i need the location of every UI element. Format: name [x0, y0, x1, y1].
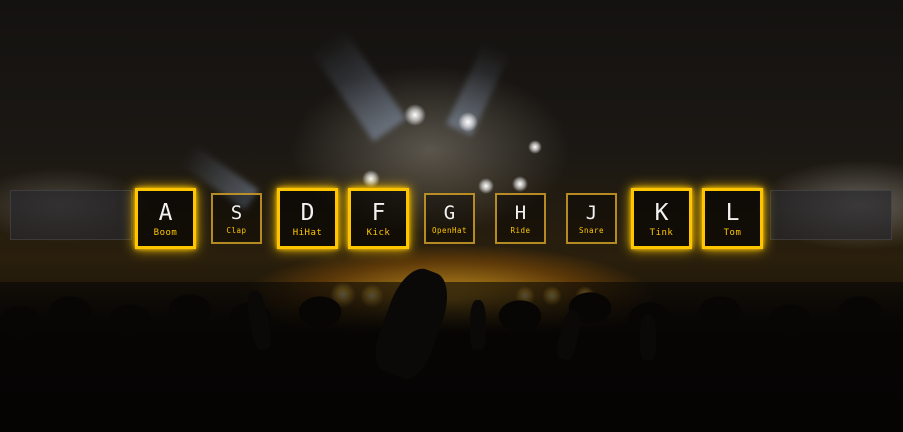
key-g-openhat[interactable]: G OpenHat	[424, 193, 475, 244]
key-a-boom[interactable]: A Boom	[135, 188, 196, 249]
key-sound-label: Kick	[366, 228, 391, 238]
key-letter: D	[300, 200, 315, 226]
key-sound-label: Tom	[723, 228, 742, 238]
key-letter: K	[654, 200, 669, 226]
key-letter: G	[443, 202, 456, 224]
drum-keys: A Boom S Clap D HiHat F Kick G OpenHat H…	[0, 0, 903, 432]
key-d-hihat[interactable]: D HiHat	[277, 188, 338, 249]
key-letter: S	[230, 202, 243, 224]
key-letter: F	[371, 200, 386, 226]
key-k-tink[interactable]: K Tink	[631, 188, 692, 249]
key-letter: L	[725, 200, 740, 226]
key-h-ride[interactable]: H Ride	[495, 193, 546, 244]
key-sound-label: Boom	[153, 228, 178, 238]
key-letter: A	[158, 200, 173, 226]
key-sound-label: Snare	[578, 226, 605, 235]
key-letter: H	[514, 202, 527, 224]
key-sound-label: Tink	[649, 228, 674, 238]
key-letter: J	[585, 202, 598, 224]
key-sound-label: Ride	[510, 226, 531, 235]
key-sound-label: HiHat	[292, 228, 323, 238]
key-j-snare[interactable]: J Snare	[566, 193, 617, 244]
key-l-tom[interactable]: L Tom	[702, 188, 763, 249]
key-sound-label: Clap	[226, 226, 247, 235]
key-sound-label: OpenHat	[431, 226, 468, 235]
key-s-clap[interactable]: S Clap	[211, 193, 262, 244]
key-f-kick[interactable]: F Kick	[348, 188, 409, 249]
